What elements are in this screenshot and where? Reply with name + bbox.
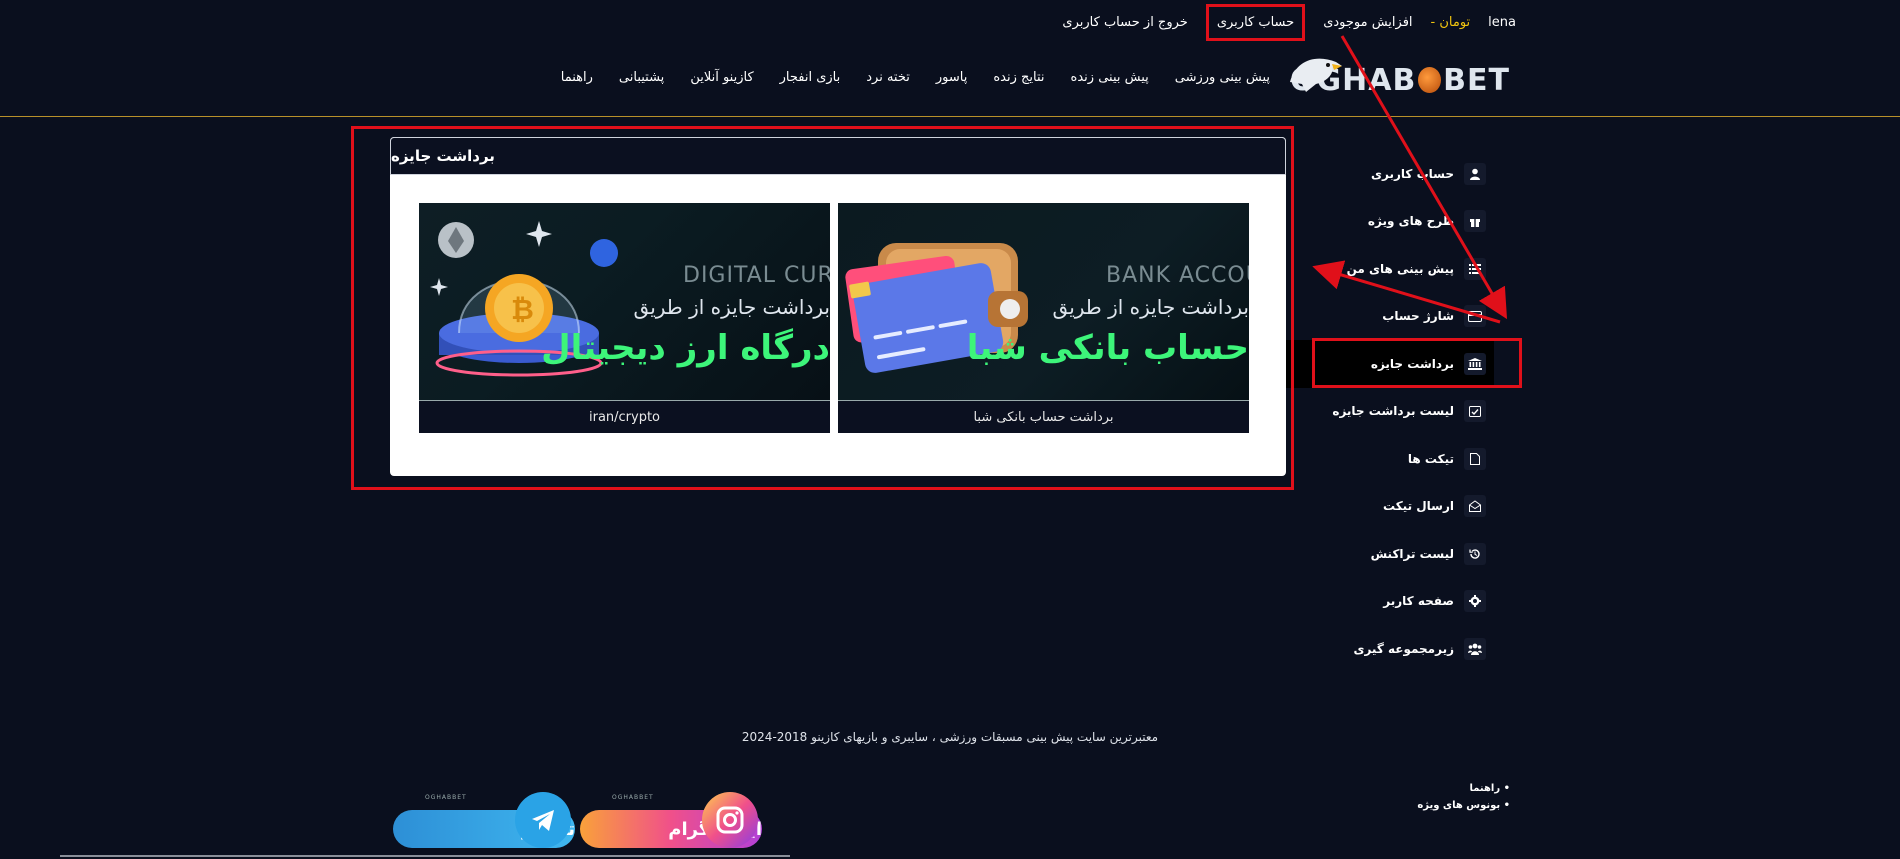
crypto-banner: ₿ DIGITAL CURRENCY برداشت جایزه از طریق … <box>419 203 830 400</box>
wallet-card-icon <box>845 243 1028 373</box>
withdraw-panel: برداشت جایزه ₿ DIGITAL CUR برداشت جایزه … <box>390 137 1286 476</box>
instagram-button[interactable]: اینستاگرام OGHABBET <box>580 792 762 852</box>
arrow-to-panel <box>1312 260 1501 324</box>
crypto-banner-line2: درگاه ارز دیجیتال <box>541 328 830 368</box>
bottom-divider <box>60 855 790 857</box>
crypto-banner-eng: DIGITAL CURRENCY <box>683 263 830 288</box>
telegram-brand: OGHABBET <box>425 794 467 801</box>
footer-link-bonuses[interactable]: • بونوس های ویژه <box>1417 797 1510 814</box>
bank-banner: BANK ACCOUNT برداشت جایزه از طریق حساب ب… <box>838 203 1249 400</box>
withdraw-options: ₿ DIGITAL CURRENCY برداشت جایزه از طریق … <box>419 203 1249 433</box>
footer-tagline: معتبرترین سایت پیش بینی مسبقات ورزشی ، س… <box>741 730 1159 744</box>
crypto-caption: iran/crypto <box>419 400 830 433</box>
arrow-to-sidebar <box>1340 35 1508 320</box>
svg-text:₿: ₿ <box>511 293 534 326</box>
crypto-withdraw-card[interactable]: ₿ DIGITAL CURRENCY برداشت جایزه از طریق … <box>419 203 830 433</box>
crypto-coin-icon: ₿ <box>430 221 618 377</box>
bank-withdraw-card[interactable]: BANK ACCOUNT برداشت جایزه از طریق حساب ب… <box>838 203 1249 433</box>
panel-title: برداشت جایزه <box>391 147 495 165</box>
bank-banner-line2: حساب بانکی شبا <box>966 328 1249 368</box>
bank-banner-line1: برداشت جایزه از طریق <box>1052 295 1249 319</box>
bank-banner-eng: BANK ACCOUNT <box>1106 263 1249 288</box>
instagram-icon <box>702 792 758 848</box>
footer-link-guide[interactable]: • راهنما <box>1417 780 1510 797</box>
panel-header: برداشت جایزه <box>390 137 1286 175</box>
crypto-banner-line1: برداشت جایزه از طریق <box>633 295 830 319</box>
footer-links: • راهنما • بونوس های ویژه <box>1417 780 1510 814</box>
instagram-brand: OGHABBET <box>612 794 654 801</box>
telegram-button[interactable]: تلگرام OGHABBET <box>393 792 575 852</box>
bank-caption: برداشت حساب بانکی شبا <box>838 400 1249 433</box>
telegram-icon <box>515 792 571 848</box>
